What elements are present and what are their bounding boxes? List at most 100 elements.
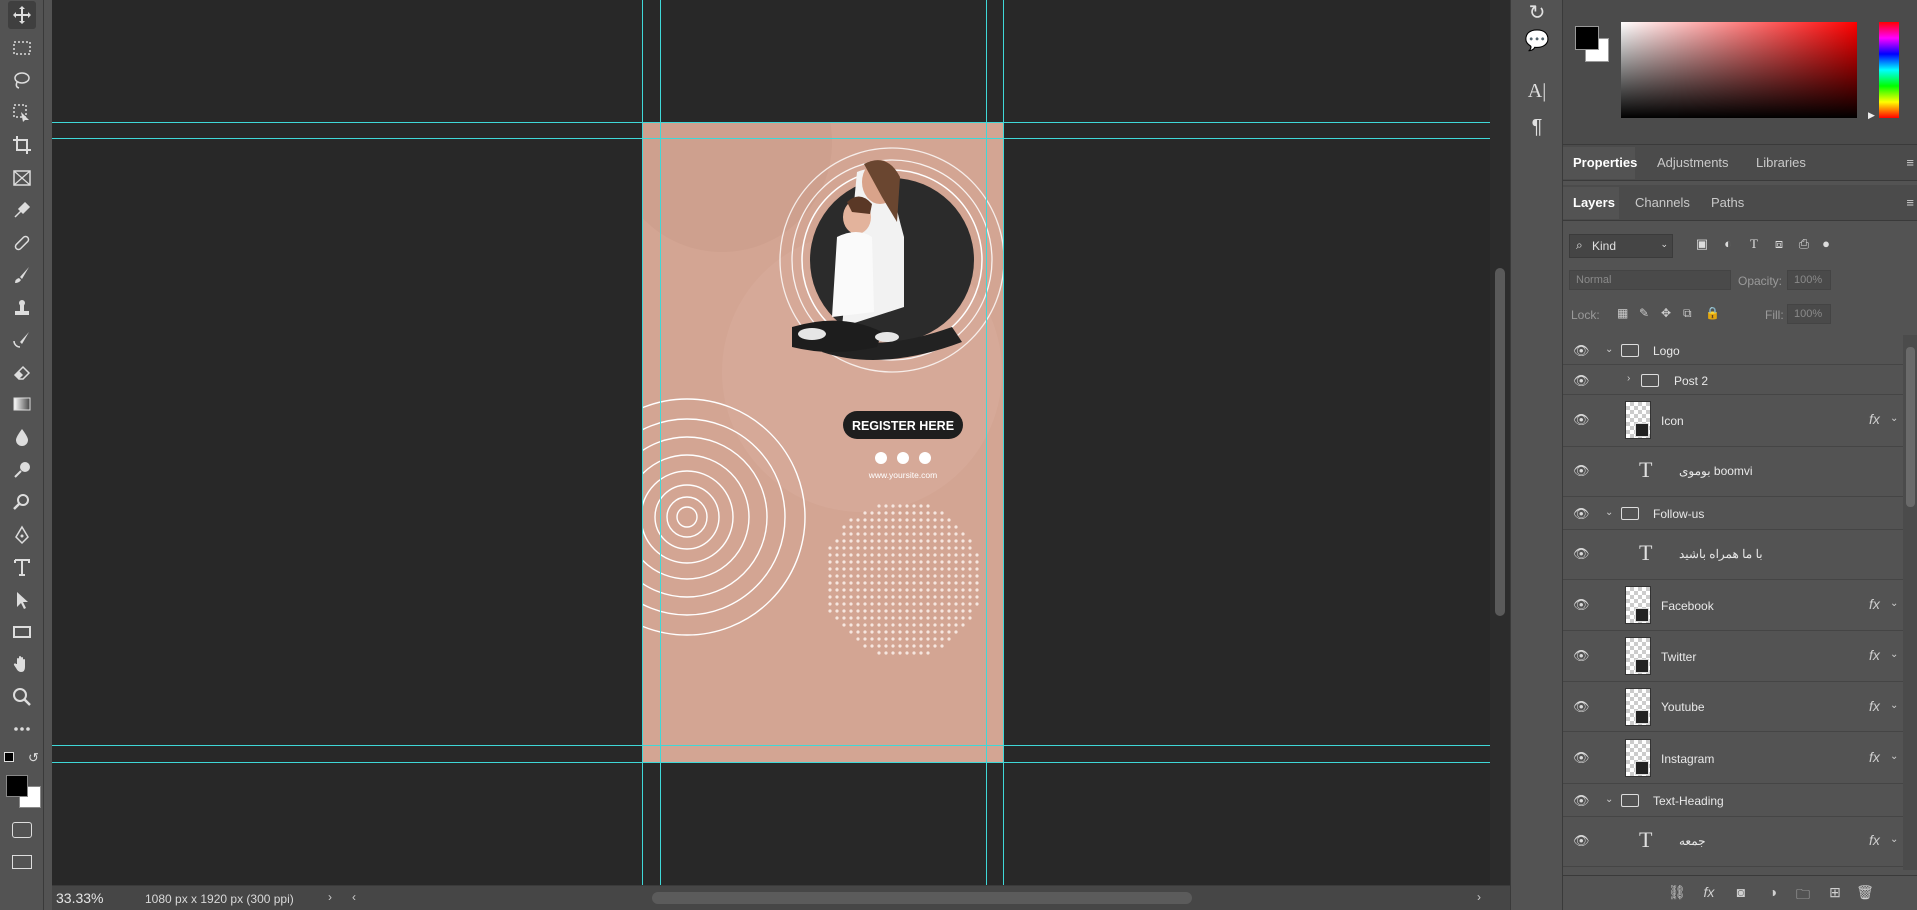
more-tools-icon[interactable] <box>8 715 36 743</box>
fill-field[interactable]: 100% <box>1787 304 1831 324</box>
lock-artboard-icon[interactable]: ⧉ <box>1683 306 1692 321</box>
chevron-right-icon[interactable]: › <box>1627 373 1630 384</box>
filter-toggle-icon[interactable]: ● <box>1817 236 1835 254</box>
tab-layers[interactable]: Layers <box>1573 195 1615 210</box>
chevron-down-icon[interactable]: ⌄ <box>1605 794 1613 805</box>
fx-icon[interactable]: fx <box>1869 749 1880 765</box>
layers-menu-icon[interactable]: ≡ <box>1906 195 1914 210</box>
add-mask-icon[interactable]: ◙ <box>1731 884 1751 904</box>
layers-scroll-thumb[interactable] <box>1906 347 1915 507</box>
filter-pixel-icon[interactable]: ▣ <box>1693 236 1711 254</box>
chevron-down-icon[interactable]: ⌄ <box>1890 413 1898 424</box>
frame-icon[interactable] <box>8 164 36 192</box>
visibility-eye-icon[interactable]: 👁 <box>1573 597 1591 615</box>
default-colors-icon[interactable] <box>4 752 14 762</box>
filter-adjustment-icon[interactable]: ◐ <box>1719 236 1737 254</box>
tab-properties[interactable]: Properties <box>1573 155 1637 170</box>
visibility-eye-icon[interactable]: 👁 <box>1573 793 1591 811</box>
guide-horizontal[interactable] <box>52 762 1490 763</box>
move-icon[interactable] <box>8 1 36 29</box>
scroll-left-icon[interactable]: ‹ <box>352 890 356 904</box>
lock-all-icon[interactable]: 🔒 <box>1705 306 1720 320</box>
quick-mask-icon[interactable] <box>12 822 32 838</box>
fx-icon[interactable]: fx <box>1869 596 1880 612</box>
layer-text-follow[interactable]: 👁 T با ما همراه باشید <box>1563 530 1903 580</box>
saturation-field[interactable] <box>1621 22 1857 118</box>
lock-transparent-icon[interactable]: ▦ <box>1617 306 1628 320</box>
add-style-icon[interactable]: fx <box>1699 884 1719 904</box>
chevron-down-icon[interactable]: ⌄ <box>1890 598 1898 609</box>
crop-icon[interactable] <box>8 131 36 159</box>
layers-scrollbar[interactable] <box>1903 335 1917 870</box>
visibility-eye-icon[interactable]: 👁 <box>1573 699 1591 717</box>
delete-layer-icon[interactable]: 🗑 <box>1855 884 1875 904</box>
layer-group-post-2[interactable]: 👁 › Post 2 <box>1563 365 1903 395</box>
chevron-down-icon[interactable]: ⌄ <box>1890 834 1898 845</box>
paragraph-icon[interactable]: ¶ <box>1523 116 1551 144</box>
layer-text-heading[interactable]: 👁 T جمعه fx ⌄ <box>1563 817 1903 867</box>
stamp-icon[interactable] <box>8 294 36 322</box>
lasso-icon[interactable] <box>8 66 36 94</box>
visibility-eye-icon[interactable]: 👁 <box>1573 373 1591 391</box>
layer-group-follow-us[interactable]: 👁 ⌄ Follow-us <box>1563 497 1903 530</box>
blur-icon[interactable] <box>8 423 36 451</box>
new-group-icon[interactable]: 🗀 <box>1793 884 1813 904</box>
fx-icon[interactable]: fx <box>1869 647 1880 663</box>
visibility-eye-icon[interactable]: 👁 <box>1573 463 1591 481</box>
hue-slider[interactable] <box>1879 22 1899 118</box>
lock-position-icon[interactable]: ✥ <box>1661 306 1671 320</box>
rectangle-icon[interactable] <box>8 618 36 646</box>
visibility-eye-icon[interactable]: 👁 <box>1573 412 1591 430</box>
gradient-icon[interactable] <box>8 390 36 418</box>
guide-horizontal[interactable] <box>52 745 1490 746</box>
eyedropper-icon[interactable] <box>8 196 36 224</box>
layer-facebook[interactable]: 👁 Facebook fx ⌄ <box>1563 580 1903 631</box>
visibility-eye-icon[interactable]: 👁 <box>1573 833 1591 851</box>
character-icon[interactable]: A| <box>1523 80 1551 108</box>
layer-group-text-heading[interactable]: 👁 ⌄ Text-Heading <box>1563 784 1903 817</box>
vertical-scroll-thumb[interactable] <box>1495 268 1505 616</box>
panel-menu-icon[interactable]: ≡ <box>1906 155 1914 170</box>
hue-pointer-icon[interactable]: ▶ <box>1868 110 1875 121</box>
dodge-icon[interactable] <box>8 456 36 484</box>
path-select-icon[interactable] <box>8 586 36 614</box>
marquee-icon[interactable] <box>8 34 36 62</box>
tab-libraries[interactable]: Libraries <box>1756 155 1806 170</box>
filter-shape-icon[interactable]: ⧈ <box>1770 236 1788 254</box>
layer-instagram[interactable]: 👁 Instagram fx ⌄ <box>1563 732 1903 784</box>
screen-mode-icon[interactable] <box>12 855 32 869</box>
zoom-icon[interactable] <box>8 683 36 711</box>
layer-group-logo[interactable]: 👁 ⌄ Logo <box>1563 335 1903 365</box>
brush-icon[interactable] <box>8 261 36 289</box>
layer-kind-filter[interactable]: ⌕ Kind ⌄ <box>1569 234 1673 258</box>
tab-paths[interactable]: Paths <box>1711 195 1744 210</box>
layer-text-boomvi[interactable]: 👁 T بوموی boomvi <box>1563 447 1903 497</box>
guide-vertical[interactable] <box>1003 0 1004 885</box>
fx-icon[interactable]: fx <box>1869 698 1880 714</box>
visibility-eye-icon[interactable]: 👁 <box>1573 506 1591 524</box>
new-layer-icon[interactable]: ⊞ <box>1825 884 1845 904</box>
visibility-eye-icon[interactable]: 👁 <box>1573 343 1591 361</box>
filter-type-icon[interactable]: T <box>1745 236 1763 254</box>
visibility-eye-icon[interactable]: 👁 <box>1573 648 1591 666</box>
blend-mode-select[interactable]: Normal <box>1569 270 1731 290</box>
opacity-field[interactable]: 100% <box>1787 270 1831 290</box>
chevron-down-icon[interactable]: ⌄ <box>1890 649 1898 660</box>
document-info[interactable]: 1080 px x 1920 px (300 ppi) <box>145 892 294 906</box>
chevron-right-icon[interactable]: › <box>328 890 332 904</box>
filter-smart-object-icon[interactable]: ⎙ <box>1795 236 1813 254</box>
link-layers-icon[interactable]: ⛓ <box>1667 884 1687 904</box>
comments-icon[interactable]: 💬 <box>1523 28 1551 56</box>
vertical-scrollbar[interactable] <box>1490 0 1510 885</box>
scroll-right-icon[interactable]: › <box>1477 890 1481 904</box>
tab-channels[interactable]: Channels <box>1635 195 1690 210</box>
zoom-level[interactable]: 33.33% <box>56 890 103 906</box>
fx-icon[interactable]: fx <box>1869 411 1880 427</box>
horizontal-scroll-thumb[interactable] <box>652 892 1192 904</box>
history-icon[interactable]: ↻ <box>1523 0 1551 28</box>
chevron-down-icon[interactable]: ⌄ <box>1890 700 1898 711</box>
chevron-down-icon[interactable]: ⌄ <box>1605 344 1613 355</box>
tab-adjustments[interactable]: Adjustments <box>1657 155 1729 170</box>
guide-vertical[interactable] <box>642 0 643 885</box>
new-adjustment-icon[interactable]: ◑ <box>1763 884 1783 904</box>
